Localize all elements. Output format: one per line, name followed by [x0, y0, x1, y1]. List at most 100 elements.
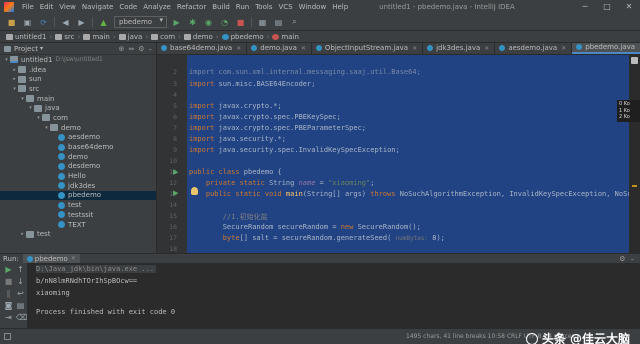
tree-item-testssit[interactable]: testssit	[0, 210, 156, 220]
menu-view[interactable]: View	[56, 3, 79, 11]
hide-panel-icon[interactable]: –	[631, 255, 635, 263]
save-icon[interactable]: ▣	[22, 17, 33, 28]
tree-item-src[interactable]: ▾ src	[0, 84, 156, 94]
sdk-icon[interactable]: ▤	[273, 17, 284, 28]
tree-item-demo[interactable]: demo	[0, 152, 156, 162]
tree-item-test[interactable]: ▸ test	[0, 229, 156, 239]
rerun-icon[interactable]: ▶	[4, 265, 13, 274]
tree-item-pbedemo[interactable]: pbedemo	[0, 190, 156, 201]
pause-icon[interactable]: ‖	[4, 289, 13, 298]
editor-tab[interactable]: base64demo.java ✕	[157, 43, 248, 54]
open-folder-icon[interactable]: ■	[6, 17, 17, 28]
tree-item-com[interactable]: ▾ com	[0, 113, 156, 123]
chevron-right-icon[interactable]: ▸	[19, 231, 26, 237]
menu-window[interactable]: Window	[296, 3, 330, 11]
coverage-icon[interactable]: ◉	[203, 17, 214, 28]
tree-item-untitled1[interactable]: ▾ untitled1 D:\jsw\untitled1	[0, 55, 156, 65]
menu-code[interactable]: Code	[116, 3, 140, 11]
editor-scrollbar[interactable]	[629, 55, 640, 253]
minimize-icon[interactable]: ─	[574, 0, 596, 14]
tree-item-demo[interactable]: ▾ demo	[0, 123, 156, 133]
stop-icon[interactable]: ■	[4, 277, 13, 286]
hide-panel-icon[interactable]: –	[149, 45, 153, 53]
close-icon[interactable]: ✕	[561, 45, 566, 52]
sync-icon[interactable]: ⟳	[38, 17, 49, 28]
tree-item-idea[interactable]: ▸ .idea	[0, 65, 156, 75]
run-icon[interactable]: ▶	[171, 17, 182, 28]
camera-icon[interactable]: ◙	[4, 301, 13, 310]
chevron-down-icon[interactable]: ▾	[3, 57, 10, 63]
close-icon[interactable]: ✕	[484, 45, 489, 52]
tree-item-sun[interactable]: ▸ sun	[0, 74, 156, 84]
menu-refactor[interactable]: Refactor	[174, 3, 209, 11]
code-editor[interactable]: import com.sun.xml.internal.messaging.sa…	[187, 55, 629, 253]
soft-wrap-icon[interactable]: ↩	[16, 289, 25, 298]
run-tab[interactable]: pbedemo ✕	[22, 254, 80, 263]
menu-edit[interactable]: Edit	[37, 3, 57, 11]
maximize-icon[interactable]: □	[596, 0, 618, 14]
chevron-right-icon[interactable]: ▸	[11, 67, 18, 73]
back-icon[interactable]: ◀	[60, 17, 71, 28]
tree-item-test[interactable]: test	[0, 200, 156, 210]
breadcrumb-item[interactable]: java	[128, 33, 143, 41]
menu-navigate[interactable]: Navigate	[79, 3, 116, 11]
tree-item-text[interactable]: TEXT	[0, 220, 156, 230]
menu-file[interactable]: File	[19, 3, 37, 11]
tree-item-main[interactable]: ▾ main	[0, 94, 156, 104]
editor-tab[interactable]: jdk3des.java ✕	[423, 43, 496, 54]
project-panel-title[interactable]: Project	[14, 45, 38, 53]
tree-item-java[interactable]: ▾ java	[0, 103, 156, 113]
menu-analyze[interactable]: Analyze	[140, 3, 174, 11]
panel-toggle-icon[interactable]	[4, 333, 11, 340]
menu-run[interactable]: Run	[233, 3, 252, 11]
breadcrumb-item[interactable]: pbedemo	[231, 33, 264, 41]
run-gutter-icon[interactable]: ▶	[173, 189, 178, 197]
menu-help[interactable]: Help	[329, 3, 351, 11]
close-icon[interactable]: ✕	[301, 45, 306, 52]
gear-icon[interactable]: ⚙	[138, 45, 144, 53]
menu-build[interactable]: Build	[209, 3, 233, 11]
pin-icon[interactable]: ⌫	[16, 313, 27, 322]
profile-icon[interactable]: ◔	[219, 17, 230, 28]
close-icon[interactable]: ✕	[236, 45, 241, 52]
chevron-down-icon[interactable]: ▾	[19, 96, 26, 102]
build-hammer-icon[interactable]: ▲	[98, 17, 109, 28]
tree-item-aesdemo[interactable]: aesdemo	[0, 133, 156, 143]
menu-vcs[interactable]: VCS	[275, 3, 295, 11]
menu-tools[interactable]: Tools	[252, 3, 275, 11]
gear-icon[interactable]: ⚙	[619, 255, 625, 263]
close-window-icon[interactable]: ✕	[618, 0, 640, 14]
stop-icon[interactable]: ■	[235, 17, 246, 28]
breadcrumb-item[interactable]: com	[160, 33, 175, 41]
breadcrumb-item[interactable]: untitled1	[15, 33, 46, 41]
locate-icon[interactable]: ⊕	[118, 45, 124, 53]
chevron-down-icon[interactable]: ▾	[11, 86, 18, 92]
run-gutter-icon[interactable]: ▶	[173, 168, 178, 176]
scroll-down-icon[interactable]: ↓	[16, 277, 25, 286]
chevron-down-icon[interactable]: ▾	[40, 45, 43, 52]
editor-tab[interactable]: pbedemo.java✕	[572, 43, 640, 54]
print-icon[interactable]: ▤	[16, 301, 25, 310]
breadcrumb-item[interactable]: main	[281, 33, 299, 41]
collapse-icon[interactable]: ⇔	[128, 45, 134, 53]
run-config-select[interactable]: pbedemo	[114, 16, 168, 28]
forward-icon[interactable]: ▶	[76, 17, 87, 28]
chevron-down-icon[interactable]: ▾	[27, 105, 34, 111]
editor-tab[interactable]: demo.java ✕	[247, 43, 312, 54]
editor-tab[interactable]: aesdemo.java ✕	[495, 43, 573, 54]
console-output[interactable]: D:\Java_jdk\bin\java.exe ... b/nN8lmRNdh…	[28, 263, 640, 328]
editor-tab[interactable]: ObjectInputStream.java ✕	[312, 43, 424, 54]
tree-item-desdemo[interactable]: desdemo	[0, 162, 156, 172]
tree-item-jdk3des[interactable]: jdk3des	[0, 181, 156, 191]
scroll-up-icon[interactable]: ↑	[16, 265, 25, 274]
lightbulb-icon[interactable]	[191, 187, 198, 195]
close-icon[interactable]: ✕	[71, 255, 76, 262]
project-structure-icon[interactable]: ▦	[257, 17, 268, 28]
breadcrumb-item[interactable]: demo	[193, 33, 213, 41]
search-icon[interactable]: ⌕	[289, 17, 300, 28]
breadcrumb-item[interactable]: src	[64, 33, 74, 41]
close-icon[interactable]: ✕	[412, 45, 417, 52]
breadcrumb-item[interactable]: main	[92, 33, 110, 41]
chevron-right-icon[interactable]: ▸	[11, 76, 18, 82]
exit-icon[interactable]: ⇥	[4, 313, 13, 322]
